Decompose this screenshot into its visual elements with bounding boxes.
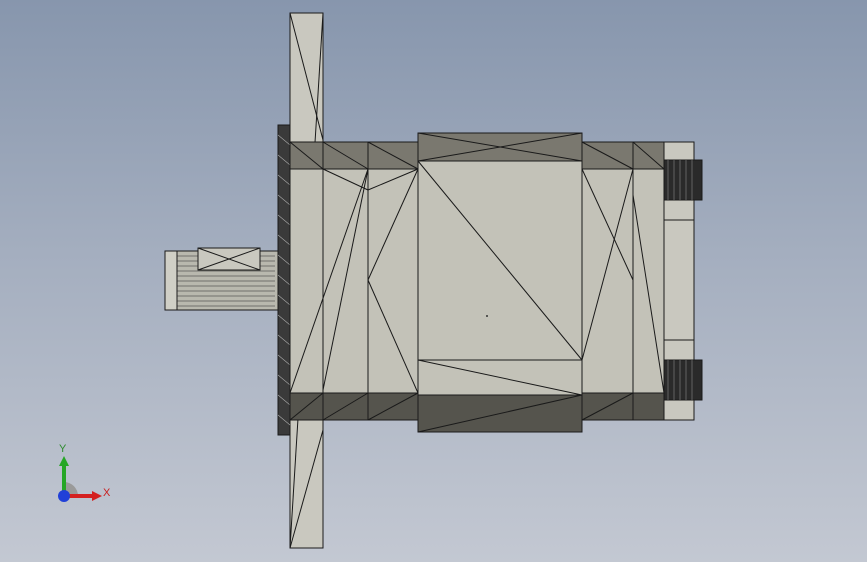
x-axis-label: X <box>103 487 111 499</box>
gear-ring <box>277 124 291 436</box>
origin-point <box>486 315 488 317</box>
cap-screw-top <box>663 159 703 201</box>
output-shaft <box>164 247 282 311</box>
graphics-viewport[interactable]: Y X <box>0 0 867 562</box>
housing-front <box>289 141 419 421</box>
cap-screw-bottom <box>663 359 703 401</box>
housing-rear <box>581 141 665 421</box>
axis-triad-icon <box>58 456 102 502</box>
orientation-triad[interactable]: Y X <box>40 436 120 516</box>
y-axis-label: Y <box>59 443 67 455</box>
cad-model-view[interactable] <box>0 0 867 562</box>
housing-center <box>417 132 583 433</box>
